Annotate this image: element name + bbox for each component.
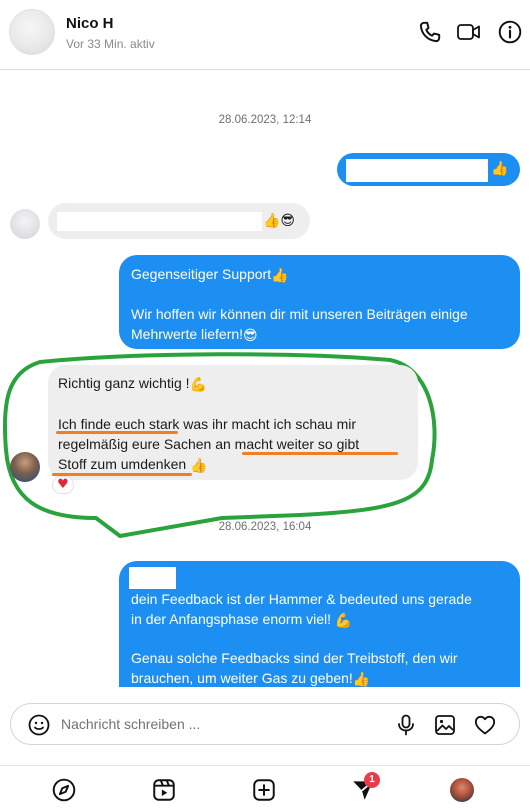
flexed-biceps-emoji: 💪 [334,613,353,629]
message-text: Richtig ganz wichtig ! [58,375,190,391]
message-input[interactable] [61,714,361,734]
underline-annotation [56,431,178,434]
message-text: Stoff zum umdenken [58,456,187,472]
underline-annotation [52,473,192,476]
message-text: dein Feedback ist der Hammer & bedeuted … [131,591,472,607]
timestamp: 28.06.2023, 16:04 [218,521,312,533]
outgoing-message[interactable]: 👍 [337,153,520,186]
heart-reaction[interactable]: ♥ [52,476,74,494]
message-text: Genau solche Feedbacks sind der Treibsto… [131,650,458,666]
sunglasses-emoji: 😎 [243,328,258,344]
message-text: Mehrwerte liefern! [131,326,244,342]
outgoing-message[interactable]: dein Feedback ist der Hammer & bedeuted … [119,561,520,687]
incoming-message[interactable]: Richtig ganz wichtig !💪 Ich finde euch s… [48,365,418,480]
redacted-text [129,567,176,589]
contact-avatar-small [10,452,40,482]
explore-icon[interactable] [51,777,77,803]
message-text: brauchen, um weiter Gas zu geben! [131,670,353,686]
outgoing-message[interactable]: Gegenseitiger Support👍 Wir hoffen wir kö… [119,255,520,349]
underline-annotation [242,452,398,455]
video-camera-icon[interactable] [456,19,482,45]
thumbs-up-emoji: 👍 [190,458,208,474]
redacted-text [346,159,488,182]
info-icon[interactable] [497,19,523,45]
chat-header: Nico H Vor 33 Min. aktiv [0,0,530,70]
message-text: in der Anfangsphase enorm viel! [131,611,332,627]
thumbs-up-sunglasses-emoji: 👍😎 [263,213,296,229]
message-text: Gegenseitiger Support [131,266,272,282]
flexed-biceps-emoji: 💪 [189,377,207,393]
redacted-text [57,212,262,231]
reels-icon[interactable] [151,777,177,803]
thumbs-up-emoji: 👍 [352,672,371,688]
phone-icon[interactable] [417,19,443,45]
heart-icon[interactable] [473,713,497,737]
contact-avatar[interactable] [9,9,55,55]
contact-status: Vor 33 Min. aktiv [66,37,155,51]
notification-badge: 1 [364,772,380,788]
timestamp: 28.06.2023, 12:14 [218,114,312,126]
contact-avatar-small [10,209,40,239]
image-icon[interactable] [433,713,457,737]
contact-name[interactable]: Nico H [66,15,114,32]
thumbs-up-emoji: 👍 [491,161,509,177]
microphone-icon[interactable] [394,713,418,737]
new-post-icon[interactable] [251,777,277,803]
profile-avatar[interactable] [450,778,474,802]
message-text: regelmäßig eure Sachen an macht weiter s… [58,436,360,452]
bottom-navigation: 1 [0,765,530,809]
emoji-icon[interactable] [27,713,51,737]
thumbs-up-emoji: 👍 [271,268,289,284]
incoming-message[interactable]: 👍😎 [48,203,310,239]
message-composer [10,703,520,745]
message-text: Wir hoffen wir können dir mit unseren Be… [131,306,468,322]
